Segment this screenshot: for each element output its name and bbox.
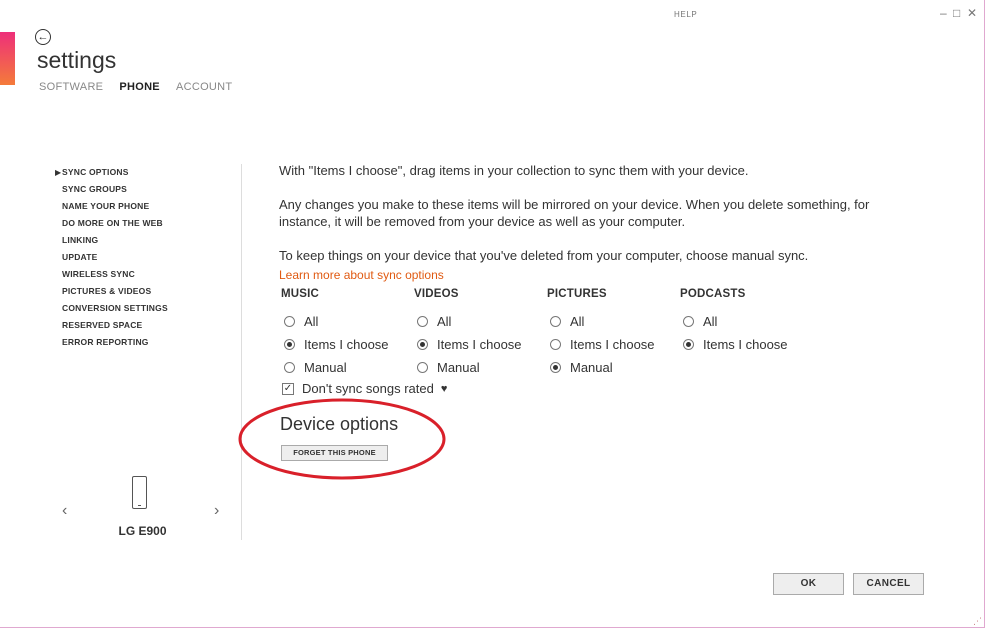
pictures-option-all[interactable]: All [547,310,677,333]
dont-sync-rated-option[interactable]: ✓ Don't sync songs rated ♥ [282,381,447,396]
pictures-column: PICTURES All Items I choose Manual [547,288,677,379]
column-heading: MUSIC [281,288,320,300]
ok-button[interactable]: OK [773,573,844,595]
radio-button[interactable] [550,362,561,373]
sidebar-item-linking[interactable]: LINKING [62,234,168,251]
device-name: LG E900 [118,524,167,538]
sidebar-item-do-more-on-web[interactable]: DO MORE ON THE WEB [62,217,168,234]
pictures-option-items-i-choose[interactable]: Items I choose [547,333,677,356]
sidebar-item-wireless-sync[interactable]: WIRELESS SYNC [62,268,168,285]
music-option-all[interactable]: All [281,310,411,333]
podcasts-column: PODCASTS All Items I choose [680,288,810,356]
phone-icon [132,476,147,509]
sidebar-item-reserved-space[interactable]: RESERVED SPACE [62,319,168,336]
sidebar-item-update[interactable]: UPDATE [62,251,168,268]
radio-button[interactable] [284,362,295,373]
radio-button[interactable] [683,316,694,327]
help-link[interactable]: HELP [674,10,697,19]
podcasts-option-items-i-choose[interactable]: Items I choose [680,333,810,356]
radio-button[interactable] [417,339,428,350]
cancel-button[interactable]: CANCEL [853,573,924,595]
broken-heart-icon: ♥ [440,382,448,395]
videos-option-manual[interactable]: Manual [414,356,544,379]
videos-option-all[interactable]: All [414,310,544,333]
device-switcher: ‹ › LG E900 [60,474,225,544]
music-column: MUSIC All Items I choose Manual [281,288,411,379]
page-title: settings [37,47,117,73]
resize-grip-icon[interactable]: ⋰ [973,616,982,627]
column-heading: PODCASTS [680,288,746,300]
selected-arrow-icon: ▶ [55,168,62,177]
videos-option-items-i-choose[interactable]: Items I choose [414,333,544,356]
sidebar-item-pictures-videos[interactable]: PICTURES & VIDEOS [62,285,168,302]
radio-button[interactable] [284,339,295,350]
tab-phone[interactable]: PHONE [119,81,160,93]
tab-account[interactable]: ACCOUNT [176,81,233,93]
radio-button[interactable] [550,316,561,327]
sidebar-item-error-reporting[interactable]: ERROR REPORTING [62,336,168,353]
radio-button[interactable] [550,339,561,350]
column-heading: PICTURES [547,288,607,300]
music-option-manual[interactable]: Manual [281,356,411,379]
minimize-icon[interactable]: – [940,7,947,19]
mirror-text: Any changes you make to these items will… [279,197,870,229]
checkbox[interactable]: ✓ [282,382,294,395]
radio-button[interactable] [417,316,428,327]
back-arrow-icon[interactable]: ← [35,29,51,45]
sidebar-nav: ▶ SYNC OPTIONS SYNC GROUPS NAME YOUR PHON… [55,166,168,353]
pictures-option-manual[interactable]: Manual [547,356,677,379]
dont-sync-label: Don't sync songs rated [302,381,434,396]
videos-column: VIDEOS All Items I choose Manual [414,288,544,379]
maximize-icon[interactable]: □ [953,7,960,19]
podcasts-option-all[interactable]: All [680,310,810,333]
music-option-items-i-choose[interactable]: Items I choose [281,333,411,356]
radio-button[interactable] [683,339,694,350]
radio-button[interactable] [417,362,428,373]
sidebar-item-conversion-settings[interactable]: CONVERSION SETTINGS [62,302,168,319]
learn-more-link[interactable]: Learn more about sync options [279,268,444,282]
chevron-right-icon[interactable]: › [214,502,219,520]
sidebar-item-name-your-phone[interactable]: NAME YOUR PHONE [62,200,168,217]
sidebar-item-sync-groups[interactable]: SYNC GROUPS [62,183,168,200]
accent-bar [0,32,15,85]
intro-text: With "Items I choose", drag items in you… [279,163,749,178]
radio-button[interactable] [284,316,295,327]
sidebar-item-sync-options[interactable]: ▶ SYNC OPTIONS [55,166,168,183]
tab-software[interactable]: SOFTWARE [39,81,103,93]
tab-bar: SOFTWARE PHONE ACCOUNT [39,81,232,93]
manual-sync-text: To keep things on your device that you'v… [279,248,809,263]
sidebar-divider [241,164,242,540]
chevron-left-icon[interactable]: ‹ [62,502,67,520]
column-heading: VIDEOS [414,288,459,300]
annotation-circle [238,398,446,480]
close-icon[interactable]: ✕ [967,7,977,19]
